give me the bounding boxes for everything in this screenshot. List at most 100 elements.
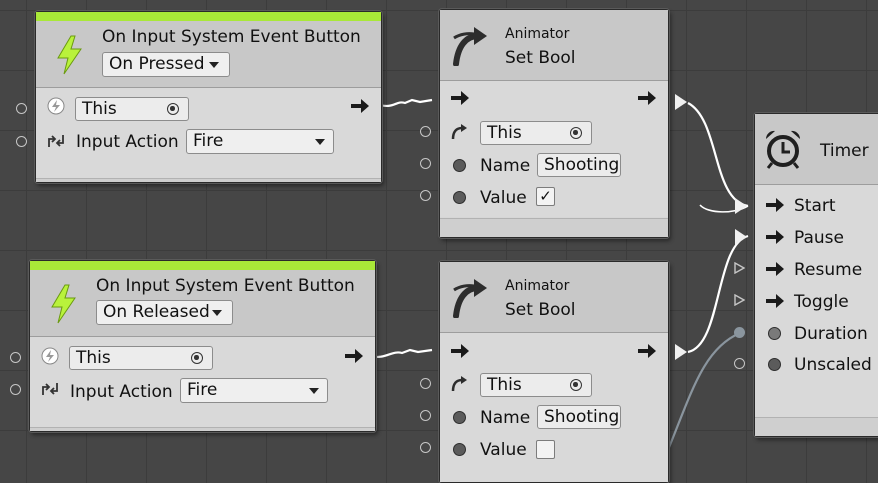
flow-input-port[interactable] (734, 262, 745, 274)
name-field[interactable]: Shooting (537, 153, 621, 177)
input-port[interactable] (420, 158, 431, 169)
input-port[interactable] (16, 103, 27, 114)
node-title: On Input System Event Button (102, 27, 361, 47)
port-label-start: Start (794, 196, 836, 216)
input-port[interactable] (420, 190, 431, 201)
flow-output-arrow-icon[interactable] (344, 348, 364, 364)
event-accent-bar (30, 261, 375, 270)
value-port-icon (768, 358, 781, 371)
input-action-icon (48, 135, 64, 147)
input-action-dropdown[interactable]: Fire (186, 129, 334, 154)
node-title: Set Bool (505, 48, 576, 68)
target-value: This (76, 348, 111, 368)
chevron-down-icon (309, 388, 319, 394)
input-port[interactable] (734, 358, 745, 369)
value-wire (658, 331, 741, 469)
value-port-icon (453, 443, 466, 456)
flow-input-arrow-icon[interactable] (450, 90, 470, 106)
flow-input-port[interactable] (735, 229, 747, 245)
input-port[interactable] (16, 136, 27, 147)
flow-input-port[interactable] (734, 294, 745, 306)
node-title: Set Bool (505, 300, 576, 320)
curved-arrow-small-icon (451, 124, 467, 140)
node-title: Timer (820, 141, 869, 161)
flow-output-port[interactable] (675, 94, 687, 110)
name-label: Name (480, 156, 531, 176)
event-port-icon (47, 97, 65, 115)
port-label-resume: Resume (794, 260, 863, 280)
dropdown-value: Fire (187, 380, 218, 400)
value-label: Value (480, 440, 527, 460)
event-mode-dropdown[interactable]: On Pressed (102, 52, 230, 77)
target-value: This (487, 375, 522, 395)
node-category: Animator (505, 26, 570, 42)
event-port-icon (41, 347, 59, 365)
flow-wire (375, 98, 433, 108)
object-picker-icon[interactable] (570, 127, 582, 139)
target-field[interactable]: This (480, 121, 592, 145)
curved-arrow-small-icon (451, 376, 467, 392)
port-label-unscaled: Unscaled (794, 355, 872, 375)
value-port-icon (453, 411, 466, 424)
alarm-clock-icon (765, 130, 801, 169)
input-port[interactable] (420, 378, 431, 389)
flow-output-arrow-icon[interactable] (350, 98, 370, 114)
input-port[interactable] (10, 352, 21, 363)
target-field[interactable]: This (69, 346, 213, 370)
dropdown-value: Fire (193, 131, 224, 151)
lightning-icon (51, 284, 76, 324)
chevron-down-icon (315, 139, 325, 145)
curved-arrow-icon (453, 27, 487, 66)
object-picker-icon[interactable] (191, 352, 203, 364)
flow-input-arrow-icon[interactable] (450, 343, 470, 359)
event-node-on-pressed[interactable]: On Input System Event Button On Pressed … (35, 11, 382, 183)
flow-output-port[interactable] (675, 344, 687, 360)
dropdown-value: On Pressed (109, 54, 205, 74)
flow-input-arrow-icon[interactable] (765, 229, 785, 245)
port-label-pause: Pause (794, 228, 844, 248)
dropdown-value: On Released (103, 302, 210, 322)
curved-arrow-icon (453, 279, 487, 318)
target-field[interactable]: This (75, 97, 189, 121)
input-action-dropdown[interactable]: Fire (180, 378, 328, 403)
port-label-toggle: Toggle (794, 292, 849, 312)
value-port-icon (768, 327, 781, 340)
input-port[interactable] (420, 410, 431, 421)
animator-set-bool-node[interactable]: Animator Set Bool This Name Shooting Val… (439, 261, 669, 483)
animator-set-bool-node[interactable]: Animator Set Bool This Name Shooting Val… (439, 9, 669, 238)
input-port[interactable] (420, 442, 431, 453)
value-port-icon (453, 159, 466, 172)
target-value: This (82, 99, 117, 119)
input-action-label: Input Action (76, 132, 179, 152)
event-node-on-released[interactable]: On Input System Event Button On Released… (29, 260, 376, 432)
flow-wire (687, 102, 749, 208)
value-input-port[interactable] (734, 327, 745, 338)
flow-input-arrow-icon[interactable] (765, 197, 785, 213)
flow-output-arrow-icon[interactable] (637, 90, 657, 106)
port-label-duration: Duration (794, 324, 868, 344)
flow-input-arrow-icon[interactable] (765, 261, 785, 277)
value-checkbox[interactable] (536, 440, 555, 459)
input-action-icon (42, 383, 58, 395)
name-label: Name (480, 408, 531, 428)
target-field[interactable]: This (480, 373, 592, 397)
input-port[interactable] (420, 126, 431, 137)
value-checkbox[interactable]: ✓ (536, 187, 555, 206)
object-picker-icon[interactable] (570, 379, 582, 391)
input-action-label: Input Action (70, 382, 173, 402)
lightning-icon (57, 35, 82, 75)
flow-input-arrow-icon[interactable] (765, 293, 785, 309)
node-title: On Input System Event Button (96, 276, 355, 296)
event-mode-dropdown[interactable]: On Released (96, 300, 233, 325)
input-port[interactable] (10, 384, 21, 395)
event-accent-bar (36, 12, 381, 21)
node-category: Animator (505, 278, 570, 294)
value-label: Value (480, 188, 527, 208)
flow-wire (369, 348, 433, 358)
target-value: This (487, 123, 522, 143)
name-field[interactable]: Shooting (537, 405, 621, 429)
flow-input-port[interactable] (735, 198, 747, 214)
flow-output-arrow-icon[interactable] (637, 343, 657, 359)
timer-node[interactable]: Timer Start Pause Resume Toggle Duration… (754, 113, 878, 437)
object-picker-icon[interactable] (167, 103, 179, 115)
